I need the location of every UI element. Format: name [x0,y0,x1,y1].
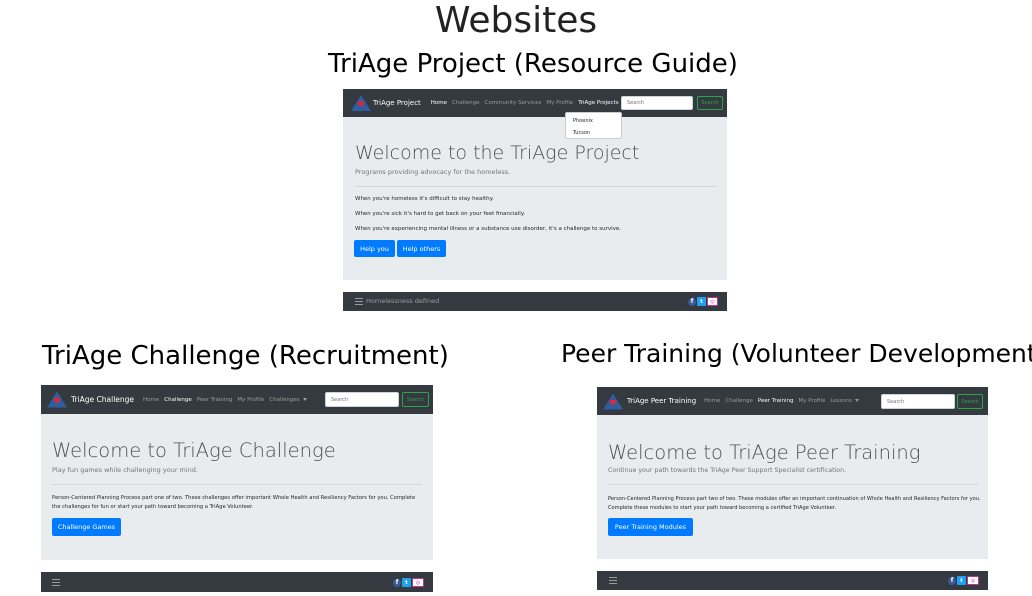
navbar: TriAge Peer Training Home Challenge Peer… [597,387,988,415]
navbar: TriAge Project Home Challenge Community … [343,89,727,117]
paragraph-2: When you're sick it's hard to get back o… [355,211,526,217]
help-you-button[interactable]: Help you [354,240,395,257]
nav-my-profile[interactable]: My Profile [237,397,264,403]
search-button[interactable]: Search [957,394,983,409]
help-others-button[interactable]: Help others [397,240,446,257]
jumbotron-heading: Welcome to TriAge Challenge [52,439,336,462]
instagram-icon[interactable]: ◎ [967,576,979,585]
hamburger-icon[interactable] [609,577,617,586]
gap [343,280,727,292]
nav-challenge[interactable]: Challenge [164,397,192,403]
footer: Homelessness defined f t ◎ [343,292,727,311]
nav-links: Home Challenge Community Services My Pro… [431,100,626,106]
social-icons: f t ◎ [392,578,424,587]
brand-name[interactable]: TriAge Project [373,99,421,107]
logo-icon[interactable] [47,391,67,408]
chevron-down-icon [302,397,307,401]
peer-training-modules-button[interactable]: Peer Training Modules [608,518,693,536]
nav-links: Home Challenge Peer Training My Profile … [143,397,307,403]
footer-link[interactable]: Homelessness defined [366,297,439,305]
nav-challenge[interactable]: Challenge [725,398,753,404]
facebook-icon[interactable]: f [393,578,401,587]
twitter-icon[interactable]: t [957,576,966,585]
instagram-icon[interactable]: ◎ [412,578,424,587]
search-input[interactable]: Search [881,394,955,409]
paragraph-3: When you're experiencing mental illness … [355,226,622,232]
hamburger-icon[interactable] [355,298,363,307]
jumbotron-heading: Welcome to the TriAge Project [355,142,640,164]
section-title-challenge: TriAge Challenge (Recruitment) [42,341,449,371]
section-title-project: TriAge Project (Resource Guide) [328,49,738,79]
logo-icon[interactable] [351,95,371,111]
brand-name[interactable]: TriAge Challenge [71,395,134,404]
nav-home[interactable]: Home [431,100,447,106]
dropdown-item-tucson[interactable]: Tucson [573,130,590,136]
footer: f t ◎ [41,572,433,592]
nav-triage-projects-dropdown[interactable]: TriAge Projects [578,100,626,106]
facebook-icon[interactable]: f [688,297,696,306]
paragraph-2: Complete these modules to start your pat… [608,505,837,511]
nav-challenge[interactable]: Challenge [452,100,480,106]
facebook-icon[interactable]: f [948,576,956,585]
search-button[interactable]: Search [697,96,723,110]
screenshot-triage-project: TriAge Project Home Challenge Community … [343,89,727,311]
nav-peer-training[interactable]: Peer Training [758,398,794,404]
gap [41,560,433,572]
search-input[interactable]: Search [621,96,693,110]
paragraph-2: the challenges for fun or start your pat… [52,504,254,510]
nav-my-profile[interactable]: My Profile [799,398,826,404]
jumbotron-lead: Play fun games while challenging your mi… [52,466,199,474]
dropdown-menu: Phoenix Tucson [565,112,622,139]
paragraph-1: Person-Centered Planning Process part tw… [608,496,981,502]
paragraph-1: Person-Centered Planning Process part on… [52,495,416,501]
chevron-down-icon [855,399,860,402]
screenshot-triage-challenge: TriAge Challenge Home Challenge Peer Tra… [41,385,433,592]
search-input[interactable]: Search [325,392,399,407]
jumbotron-lead: Continue your path towards the TriAge Pe… [608,467,847,474]
nav-lessons-dropdown[interactable]: Lessons [830,398,860,404]
jumbotron-lead: Programs providing advocacy for the home… [355,168,511,176]
footer: f t ◎ [597,571,988,590]
screenshot-triage-peer-training: TriAge Peer Training Home Challenge Peer… [597,387,988,590]
logo-icon[interactable] [603,393,623,410]
nav-links: Home Challenge Peer Training My Profile … [704,398,860,404]
hamburger-icon[interactable] [52,579,60,588]
twitter-icon[interactable]: t [697,297,706,306]
nav-my-profile[interactable]: My Profile [546,100,573,106]
dropdown-item-phoenix[interactable]: Phoenix [573,118,593,124]
nav-home[interactable]: Home [143,397,159,403]
social-icons: f t ◎ [687,297,718,306]
section-title-peer: Peer Training (Volunteer Development) [561,339,1032,368]
jumbotron-heading: Welcome to TriAge Peer Training [608,441,921,464]
navbar: TriAge Challenge Home Challenge Peer Tra… [41,385,433,414]
twitter-icon[interactable]: t [402,578,411,587]
brand-name[interactable]: TriAge Peer Training [627,397,696,405]
social-icons: f t ◎ [947,576,979,585]
nav-home[interactable]: Home [704,398,720,404]
gap [597,559,988,571]
paragraph-1: When you're homeless it's difficult to s… [355,196,494,202]
search-button[interactable]: Search [402,392,429,407]
divider [355,186,717,187]
challenge-games-button[interactable]: Challenge Games [52,518,121,536]
nav-community-services[interactable]: Community Services [485,100,542,106]
divider [608,484,978,485]
divider [52,484,422,485]
page-title: Websites [434,0,598,41]
instagram-icon[interactable]: ◎ [707,297,718,306]
nav-challenges-dropdown[interactable]: Challenges [269,397,307,403]
nav-peer-training[interactable]: Peer Training [197,397,233,403]
